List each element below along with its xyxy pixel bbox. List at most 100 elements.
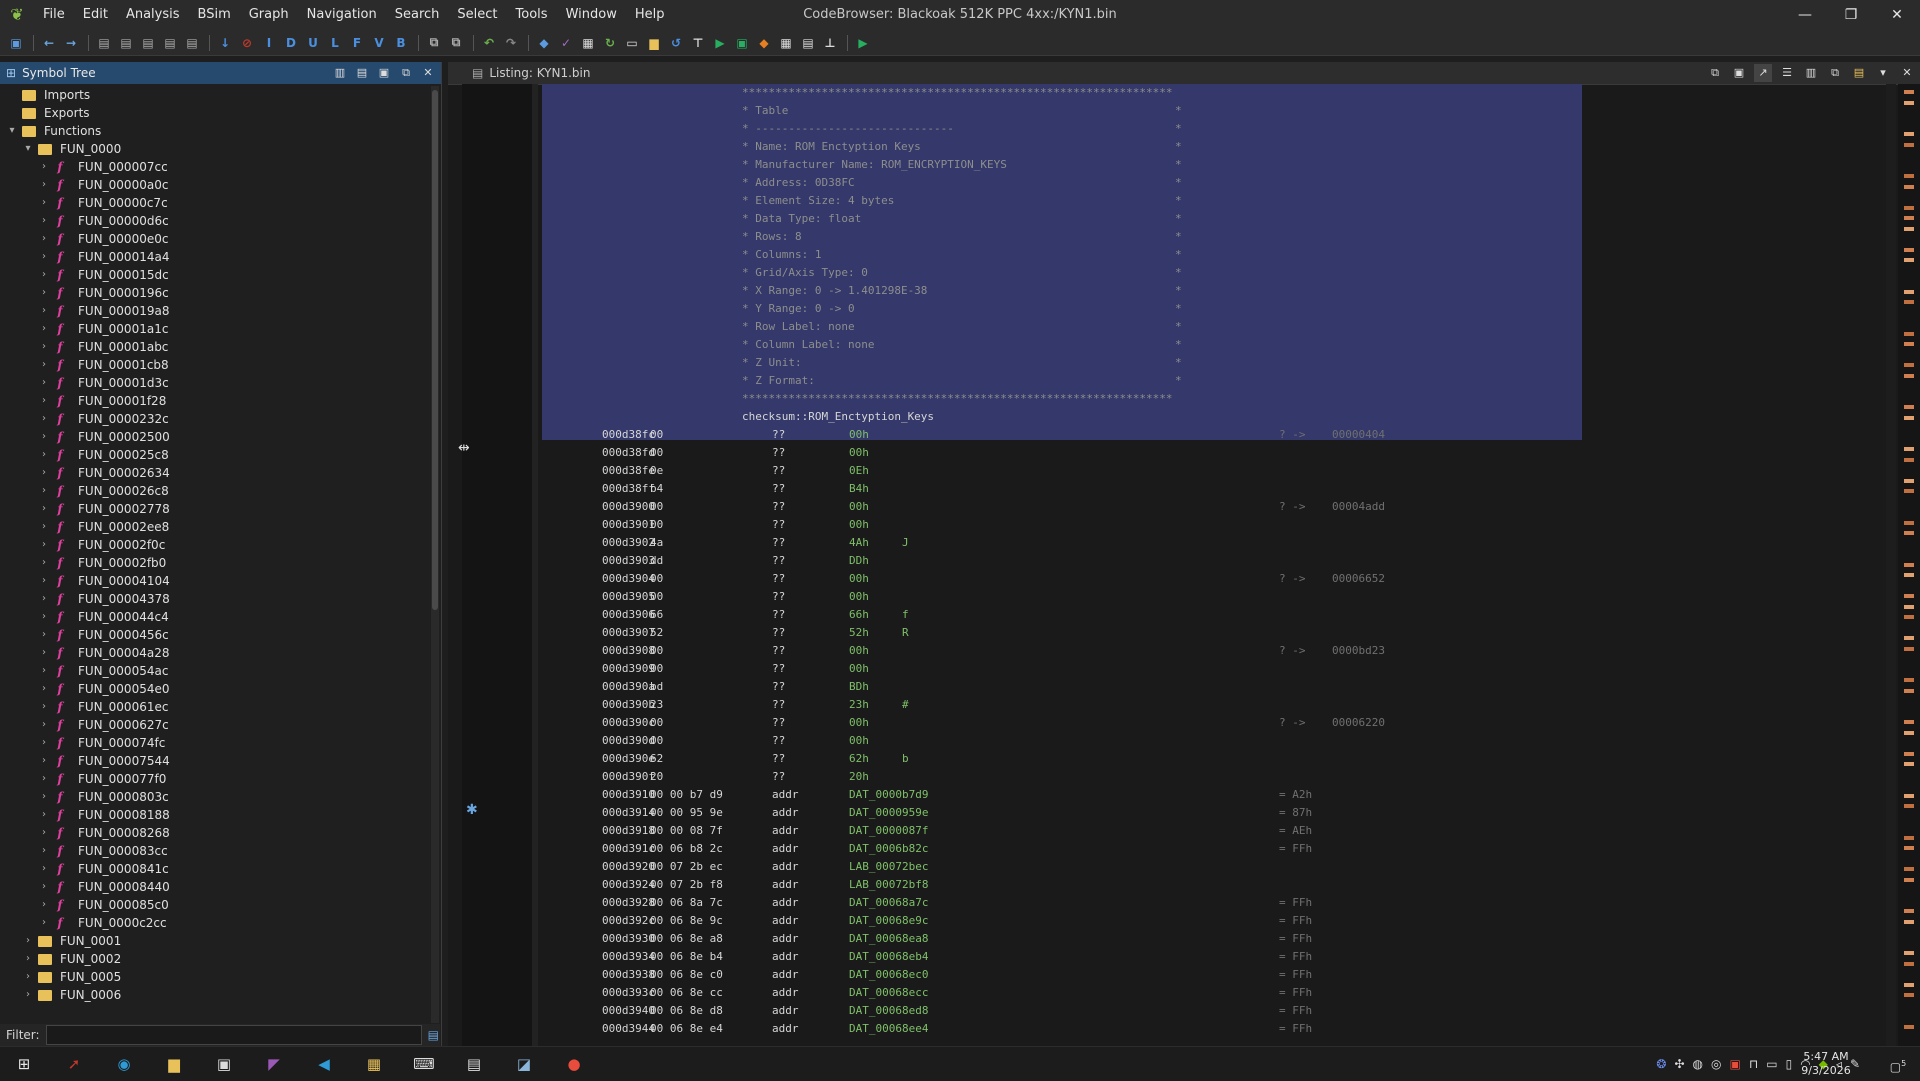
listing-operand[interactable]: 23h xyxy=(849,696,869,714)
tree-function-item[interactable]: › f FUN_00001f28 xyxy=(38,392,166,410)
listing-row[interactable]: 000d392c 00 06 8e 9c addr DAT_00068e9c = FFh xyxy=(542,912,1842,930)
cursor-tracking-icon[interactable]: ↗ xyxy=(1754,64,1772,82)
overview-marker[interactable] xyxy=(1904,226,1914,231)
overview-marker[interactable] xyxy=(1904,636,1914,640)
tree-function-item[interactable]: › f FUN_00008440 xyxy=(38,878,170,896)
listing-divider[interactable] xyxy=(532,84,538,1046)
listing-row[interactable]: 000d3905 00?? 00h xyxy=(542,588,1842,606)
display-icon[interactable]: ▭ xyxy=(1766,1057,1777,1071)
overview-marker[interactable] xyxy=(1904,594,1914,598)
menu-select[interactable]: Select xyxy=(448,0,506,30)
listing-operand[interactable]: 0Eh xyxy=(849,462,869,480)
listing-operand[interactable]: LAB_00072bec xyxy=(849,858,928,876)
overview-marker[interactable] xyxy=(1904,90,1914,94)
listing-row[interactable]: 000d3934 00 06 8e b4 addr DAT_00068eb4 = FFh xyxy=(542,948,1842,966)
listing-operand[interactable]: DAT_00068ecc xyxy=(849,984,928,1002)
menu-analysis[interactable]: Analysis xyxy=(117,0,189,30)
overview-bar[interactable] xyxy=(1898,84,1920,1046)
snapshot-icon[interactable]: ⧉ xyxy=(397,64,415,82)
listing-row[interactable]: 000d38fd 00?? 00h xyxy=(542,444,1842,462)
listing-row[interactable]: 000d3924 00 07 2b f8 addr LAB_00072bf8 xyxy=(542,876,1842,894)
tree-function-item[interactable]: › f FUN_000085c0 xyxy=(38,896,169,914)
listing-row[interactable]: 000d3940 00 06 8e d8 addr DAT_00068ed8 = FFh xyxy=(542,1002,1842,1020)
overview-marker[interactable] xyxy=(1904,289,1914,294)
tree-function-item[interactable]: › f FUN_000025c8 xyxy=(38,446,169,464)
listing-operand[interactable]: DAT_00068ea8 xyxy=(849,930,928,948)
filter-input[interactable] xyxy=(45,1025,422,1045)
listing-row[interactable]: 000d3938 00 06 8e c0 addr DAT_00068ec0 = FFh xyxy=(542,966,1842,984)
check-icon[interactable]: ✓ xyxy=(556,33,576,53)
overview-marker[interactable] xyxy=(1904,1024,1914,1029)
tree-function-item[interactable]: › f FUN_00004a28 xyxy=(38,644,169,662)
tree-function-item[interactable]: › f FUN_000014a4 xyxy=(38,248,169,266)
bytes-icon[interactable]: ▣ xyxy=(732,33,752,53)
tree-function-item[interactable]: › f FUN_00001a1c xyxy=(38,320,168,338)
listing-operand[interactable]: DAT_00068e9c xyxy=(849,912,928,930)
chevron-right-icon[interactable]: › xyxy=(38,644,50,662)
sync-icon[interactable]: ▣ xyxy=(375,64,393,82)
overview-marker[interactable] xyxy=(1904,793,1914,798)
file-explorer-icon[interactable]: ▆ xyxy=(162,1053,186,1075)
overview-marker[interactable] xyxy=(1904,100,1914,105)
tree-folder[interactable]: › FUN_0005 xyxy=(22,968,121,986)
chevron-right-icon[interactable]: › xyxy=(38,194,50,212)
listing-row[interactable]: 000d3930 00 06 8e a8 addr DAT_00068ea8 = FFh xyxy=(542,930,1842,948)
listing-operand[interactable]: 00h xyxy=(849,660,869,678)
chevron-right-icon[interactable]: › xyxy=(38,536,50,554)
shield-icon[interactable]: ◆ xyxy=(534,33,554,53)
listing-body[interactable]: ****************************************… xyxy=(542,84,1872,1046)
undo-icon[interactable]: ↶ xyxy=(479,33,499,53)
overview-marker[interactable] xyxy=(1904,877,1914,882)
chevron-right-icon[interactable]: › xyxy=(38,464,50,482)
red-app-icon[interactable]: ● xyxy=(562,1053,586,1075)
tree-function-item[interactable]: › f FUN_0000456c xyxy=(38,626,169,644)
chevron-right-icon[interactable]: › xyxy=(38,302,50,320)
notification-center-icon[interactable]: ▢5 xyxy=(1886,1053,1910,1075)
chevron-right-icon[interactable]: › xyxy=(38,662,50,680)
chevron-right-icon[interactable]: › xyxy=(38,878,50,896)
overview-marker[interactable] xyxy=(1904,846,1914,850)
ghidra-taskbar-icon[interactable]: ▦ xyxy=(362,1053,386,1075)
paste-icon[interactable]: ▣ xyxy=(1730,64,1748,82)
tree-function-item[interactable]: › f FUN_00000e0c xyxy=(38,230,168,248)
listing-row[interactable]: 000d390b 23?? 23h # xyxy=(542,696,1842,714)
tree-function-item[interactable]: › f FUN_0000196c xyxy=(38,284,169,302)
tree-function-item[interactable]: › f FUN_000026c8 xyxy=(38,482,169,500)
tree-function-item[interactable]: › f FUN_0000841c xyxy=(38,860,169,878)
overview-marker[interactable] xyxy=(1904,909,1914,913)
tree-function-item[interactable]: › f FUN_0000627c xyxy=(38,716,169,734)
notepad-icon[interactable]: ◪ xyxy=(512,1053,536,1075)
overview-marker[interactable] xyxy=(1904,751,1914,756)
listing-operand[interactable]: DDh xyxy=(849,552,869,570)
label-button[interactable]: L xyxy=(325,33,345,53)
edge-icon[interactable]: ◉ xyxy=(112,1053,136,1075)
next-instruction-icon[interactable]: ▤ xyxy=(94,33,114,53)
overview-marker[interactable] xyxy=(1904,489,1914,493)
copy-icon[interactable]: ⧉ xyxy=(424,33,444,53)
overview-marker[interactable] xyxy=(1904,342,1914,346)
overview-marker[interactable] xyxy=(1904,678,1914,682)
layout-menu-icon[interactable]: ▤ xyxy=(1850,64,1868,82)
overview-marker[interactable] xyxy=(1904,300,1914,304)
listing-row[interactable]: 000d390e 62?? 62h b xyxy=(542,750,1842,768)
overview-marker[interactable] xyxy=(1904,205,1914,210)
snapshot-icon[interactable]: ⧉ xyxy=(1826,64,1844,82)
menu-navigation[interactable]: Navigation xyxy=(298,0,386,30)
chevron-right-icon[interactable]: › xyxy=(22,986,34,1004)
chevron-right-icon[interactable]: › xyxy=(38,914,50,932)
listing-operand[interactable]: 00h xyxy=(849,732,869,750)
listing-operand[interactable]: 62h xyxy=(849,750,869,768)
chevron-right-icon[interactable]: › xyxy=(38,734,50,752)
menu-window[interactable]: Window xyxy=(557,0,626,30)
tray-app-icon[interactable]: ❂ xyxy=(1656,1057,1666,1071)
chevron-right-icon[interactable]: › xyxy=(38,572,50,590)
listing-scrollbar[interactable] xyxy=(1886,84,1896,1046)
chevron-right-icon[interactable]: › xyxy=(38,158,50,176)
overview-marker[interactable] xyxy=(1904,447,1914,451)
listing-row[interactable]: 000d3900 00?? 00h ? -> 00004add xyxy=(542,498,1842,516)
listing-operand[interactable]: BDh xyxy=(849,678,869,696)
tree-function-item[interactable]: › f FUN_00001cb8 xyxy=(38,356,169,374)
listing-operand[interactable]: B4h xyxy=(849,480,869,498)
listing-operand[interactable]: DAT_00068a7c xyxy=(849,894,928,912)
listing-row[interactable]: 000d393c 00 06 8e cc addr DAT_00068ecc = FFh xyxy=(542,984,1842,1002)
